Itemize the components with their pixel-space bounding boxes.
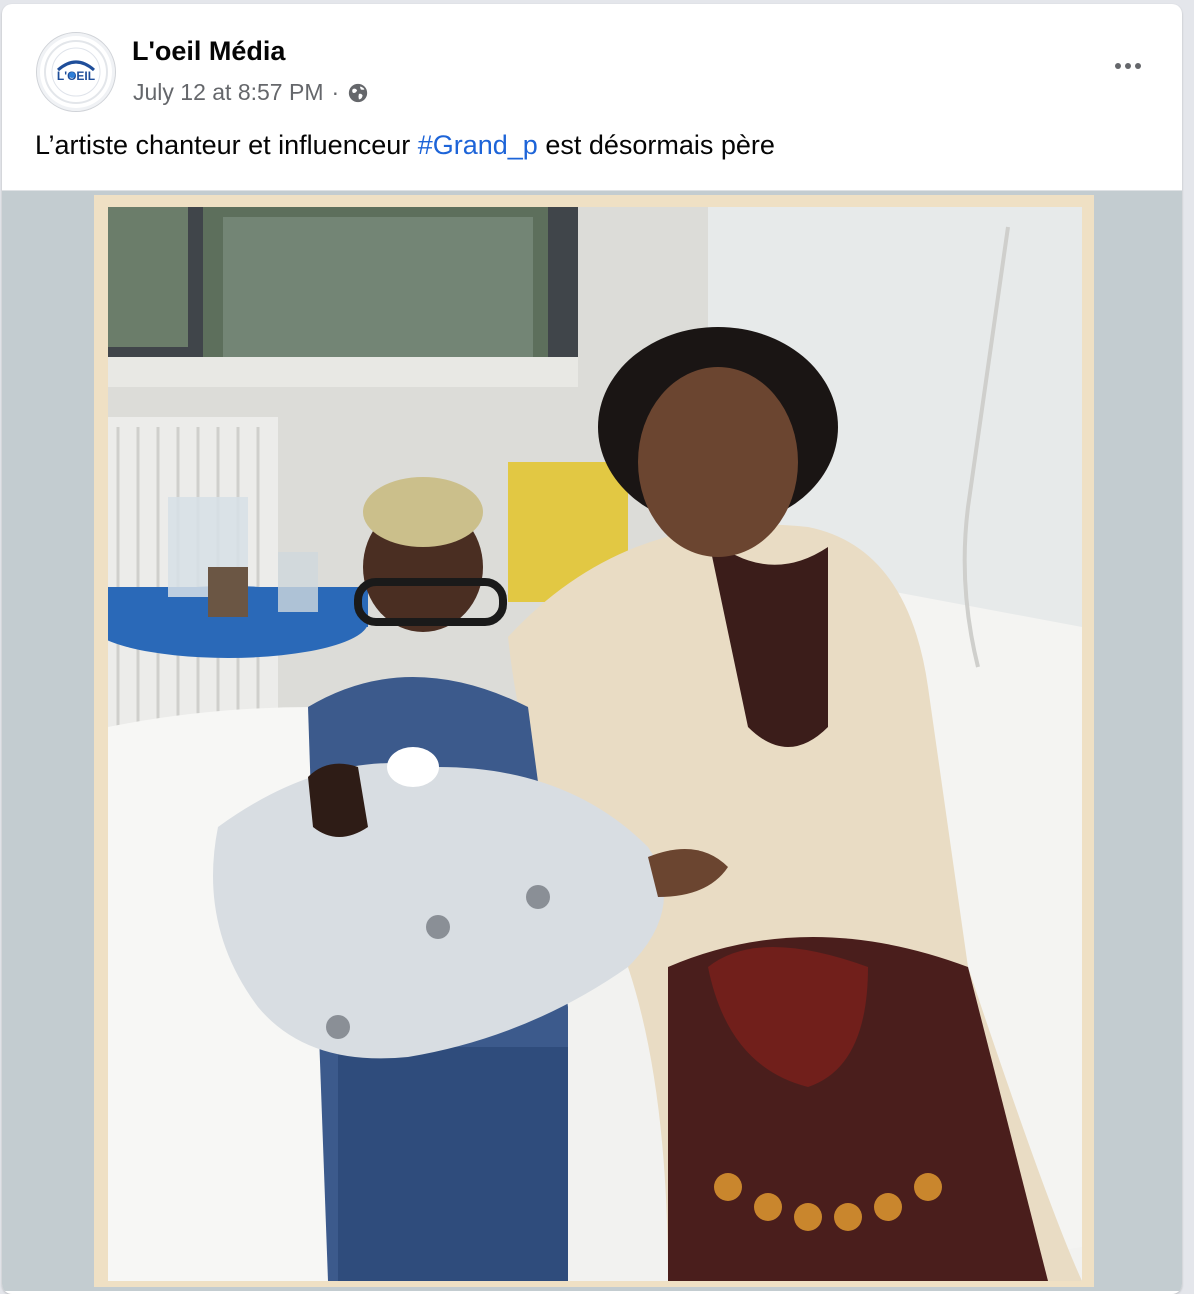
post-card: L'OEIL L'oeil Média July 12 at 8:57 PM ·… bbox=[2, 4, 1182, 1294]
post-media[interactable] bbox=[2, 190, 1182, 1291]
more-dot bbox=[1135, 63, 1141, 69]
hashtag-link[interactable]: #Grand_p bbox=[418, 130, 538, 160]
post-photo[interactable] bbox=[108, 207, 1082, 1281]
page-avatar[interactable]: L'OEIL bbox=[36, 32, 116, 112]
more-dot bbox=[1115, 63, 1121, 69]
post-timestamp[interactable]: July 12 at 8:57 PM bbox=[133, 79, 324, 106]
post-meta: July 12 at 8:57 PM · bbox=[133, 79, 369, 106]
caption-text-before: L’artiste chanteur et influenceur bbox=[35, 130, 418, 160]
photo-illustration bbox=[108, 207, 1082, 1281]
post-caption: L’artiste chanteur et influenceur #Grand… bbox=[35, 130, 775, 161]
more-dot bbox=[1125, 63, 1131, 69]
page-name-link[interactable]: L'oeil Média bbox=[132, 36, 285, 67]
post-header: L'OEIL L'oeil Média July 12 at 8:57 PM ·… bbox=[2, 4, 1182, 160]
caption-text-after: est désormais père bbox=[537, 130, 775, 160]
photo-frame bbox=[94, 195, 1094, 1287]
globe-icon[interactable] bbox=[347, 82, 369, 104]
logo-ring: L'OEIL bbox=[44, 40, 108, 104]
meta-separator: · bbox=[331, 79, 340, 105]
svg-text:L'OEIL: L'OEIL bbox=[57, 69, 95, 83]
loeil-logo-icon: L'OEIL bbox=[51, 47, 101, 97]
more-options-button[interactable] bbox=[1104, 46, 1152, 86]
